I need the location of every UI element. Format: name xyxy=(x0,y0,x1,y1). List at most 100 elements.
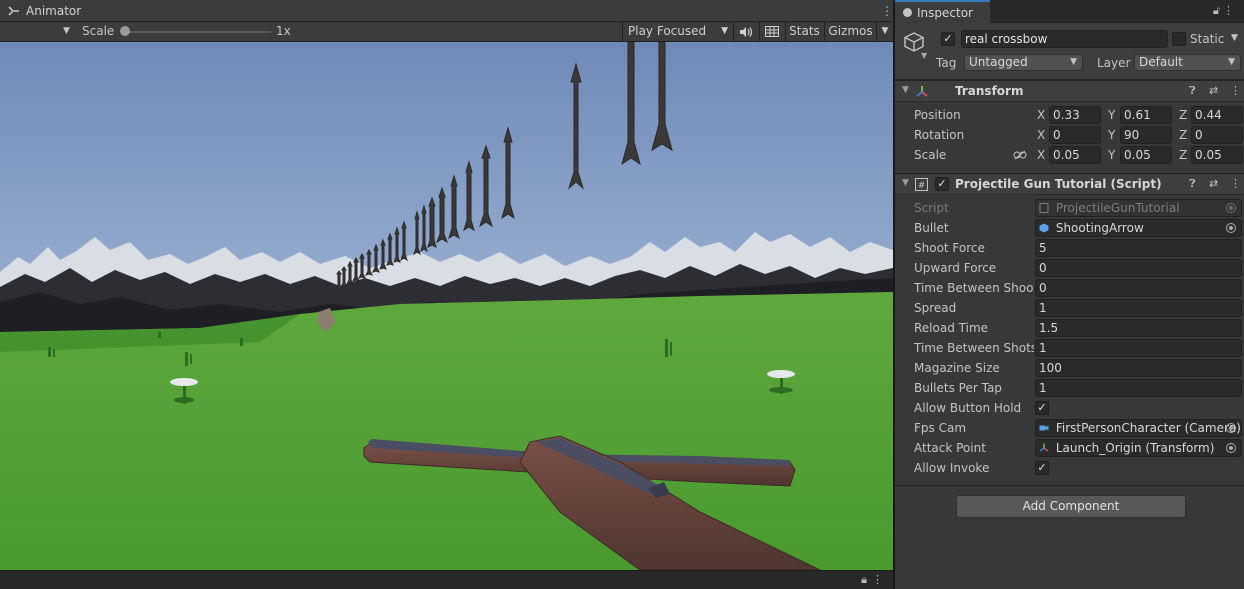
presets-icon[interactable]: ⇄ xyxy=(1209,177,1218,190)
upward-force-label: Upward Force xyxy=(914,261,997,275)
game-toolbar: ▼ Scale 1x Play Focused ▼ Stats Gizmos ▼ xyxy=(0,22,893,42)
axis-x-label: X xyxy=(1037,128,1046,142)
fps-cam-value: FirstPersonCharacter (Camera) xyxy=(1055,421,1241,435)
allow-button-hold-checkbox[interactable]: ✓ xyxy=(1035,401,1049,415)
add-component-button[interactable]: Add Component xyxy=(956,495,1186,518)
animator-icon xyxy=(8,5,19,16)
inspector-menu-icon[interactable]: ⋮ xyxy=(1223,4,1234,17)
script-value: ProjectileGunTutorial xyxy=(1055,201,1180,215)
scale-slider-track[interactable] xyxy=(121,31,271,33)
transform-axes-icon xyxy=(1039,443,1049,452)
gizmos-button[interactable]: Gizmos xyxy=(824,22,876,42)
position-x-field[interactable]: 0.33 xyxy=(1049,106,1101,124)
gizmos-dropdown-arrow-icon[interactable]: ▼ xyxy=(876,22,893,42)
fps-cam-object-field[interactable]: FirstPersonCharacter (Camera) xyxy=(1035,419,1242,437)
object-picker-icon[interactable] xyxy=(1226,423,1236,433)
static-dropdown-arrow-icon[interactable]: ▼ xyxy=(1231,33,1238,43)
shoot-force-field[interactable]: 5 xyxy=(1035,239,1242,257)
magazine-size-field[interactable]: 100 xyxy=(1035,359,1242,377)
game-tab-bar: Animator ⋮ xyxy=(0,0,893,22)
tab-animator-label: Animator xyxy=(26,3,82,18)
bullet-label: Bullet xyxy=(914,221,949,235)
component-menu-icon[interactable]: ⋮ xyxy=(1230,84,1241,97)
field-row-bullet: Bullet ShootingArrow xyxy=(895,218,1244,238)
time-between-shooting-field[interactable]: 0 xyxy=(1035,279,1242,297)
rotation-z-field[interactable]: 0 xyxy=(1191,126,1243,144)
allow-button-hold-label: Allow Button Hold xyxy=(914,401,1022,415)
scale-z-field[interactable]: 0.05 xyxy=(1191,146,1243,164)
prefab-cube-icon xyxy=(1039,223,1049,233)
constrain-proportions-icon[interactable] xyxy=(1013,150,1027,160)
spread-field[interactable]: 1 xyxy=(1035,299,1242,317)
chevron-down-icon: ▼ xyxy=(1070,57,1077,67)
script-enabled-checkbox[interactable]: ✓ xyxy=(935,177,949,191)
field-row-time-between-shooting: Time Between Shooti 0 xyxy=(895,278,1244,298)
game-view-panel: Animator ⋮ ▼ Scale 1x Play Focused ▼ Sta… xyxy=(0,0,893,589)
foldout-arrow-icon[interactable]: ▼ xyxy=(902,178,909,188)
inspector-tab-bar: Inspector 🔓︎ ⋮ xyxy=(895,0,1244,23)
lock-icon[interactable]: 🔒︎ xyxy=(861,573,867,587)
tab-inspector[interactable]: Inspector xyxy=(895,0,990,23)
position-y-field[interactable]: 0.61 xyxy=(1120,106,1172,124)
upward-force-field[interactable]: 0 xyxy=(1035,259,1242,277)
help-icon[interactable]: ❓︎ xyxy=(1189,84,1196,98)
tab-inspector-label: Inspector xyxy=(917,5,973,20)
axis-z-label: Z xyxy=(1179,148,1188,162)
rotation-x-field[interactable]: 0 xyxy=(1049,126,1101,144)
mute-audio-button[interactable] xyxy=(733,22,758,42)
scale-x-field[interactable]: 0.05 xyxy=(1049,146,1101,164)
object-picker-icon[interactable] xyxy=(1226,443,1236,453)
stats-button[interactable]: Stats xyxy=(785,22,823,42)
tab-animator[interactable]: Animator xyxy=(0,0,893,22)
reload-time-field[interactable]: 1.5 xyxy=(1035,319,1242,337)
object-picker-icon[interactable] xyxy=(1226,223,1236,233)
scale-slider-handle[interactable] xyxy=(120,26,130,36)
transform-row-position: Position X 0.33 Y 0.61 Z 0.44 xyxy=(895,105,1244,125)
transform-component-header[interactable]: ▼ Transform ❓︎ ⇄ ⋮ xyxy=(895,80,1244,102)
transform-axes-icon xyxy=(916,86,928,97)
rotation-y-field[interactable]: 90 xyxy=(1120,126,1172,144)
game-bottom-menu-icon[interactable]: ⋮ xyxy=(872,573,883,586)
icon-dropdown-arrow-icon[interactable]: ▼ xyxy=(921,51,927,60)
script-component-header[interactable]: ▼ # ✓ Projectile Gun Tutorial (Script) ❓… xyxy=(895,173,1244,195)
field-row-magazine-size: Magazine Size 100 xyxy=(895,358,1244,378)
static-checkbox[interactable] xyxy=(1172,32,1186,46)
grid-icon xyxy=(765,26,779,37)
active-checkbox[interactable]: ✓ xyxy=(941,32,955,46)
display-dropdown-arrow-icon[interactable]: ▼ xyxy=(63,26,70,36)
scale-y-field[interactable]: 0.05 xyxy=(1120,146,1172,164)
time-between-shots-field[interactable]: 1 xyxy=(1035,339,1242,357)
svg-text:#: # xyxy=(918,181,926,191)
field-row-allow-button-hold: Allow Button Hold ✓ xyxy=(895,398,1244,418)
axis-z-label: Z xyxy=(1179,128,1188,142)
field-row-spread: Spread 1 xyxy=(895,298,1244,318)
bullets-per-tap-field[interactable]: 1 xyxy=(1035,379,1242,397)
foldout-arrow-icon[interactable]: ▼ xyxy=(902,85,909,95)
game-viewport[interactable] xyxy=(0,42,893,570)
chevron-down-icon: ▼ xyxy=(1228,57,1235,67)
play-mode-dropdown[interactable]: Play Focused ▼ xyxy=(622,22,732,42)
scale-label: Scale xyxy=(82,24,115,38)
help-icon[interactable]: ❓︎ xyxy=(1189,177,1196,191)
game-tab-menu-icon[interactable]: ⋮ xyxy=(881,4,893,18)
inspector-lock-icon[interactable]: 🔓︎ xyxy=(1213,4,1220,18)
allow-invoke-label: Allow Invoke xyxy=(914,461,990,475)
script-title: Projectile Gun Tutorial (Script) xyxy=(955,177,1162,191)
attack-point-object-field[interactable]: Launch_Origin (Transform) xyxy=(1035,439,1242,457)
gameobject-cube-icon[interactable] xyxy=(903,31,925,53)
object-name-field[interactable]: real crossbow xyxy=(961,30,1168,48)
scale-value: 1x xyxy=(276,24,291,38)
presets-icon[interactable]: ⇄ xyxy=(1209,84,1218,97)
stats-grid-button[interactable] xyxy=(759,22,784,42)
component-menu-icon[interactable]: ⋮ xyxy=(1230,177,1241,190)
game-status-bar: 🔒︎ ⋮ xyxy=(0,570,893,589)
tag-dropdown[interactable]: Untagged ▼ xyxy=(964,54,1083,71)
layer-dropdown[interactable]: Default ▼ xyxy=(1134,54,1241,71)
allow-invoke-checkbox[interactable]: ✓ xyxy=(1035,461,1049,475)
bullet-object-field[interactable]: ShootingArrow xyxy=(1035,219,1242,237)
field-row-fps-cam: Fps Cam FirstPersonCharacter (Camera) xyxy=(895,418,1244,438)
speaker-icon xyxy=(740,27,753,37)
position-z-field[interactable]: 0.44 xyxy=(1191,106,1243,124)
bullet-value: ShootingArrow xyxy=(1055,221,1144,235)
layer-label: Layer xyxy=(1097,56,1131,70)
